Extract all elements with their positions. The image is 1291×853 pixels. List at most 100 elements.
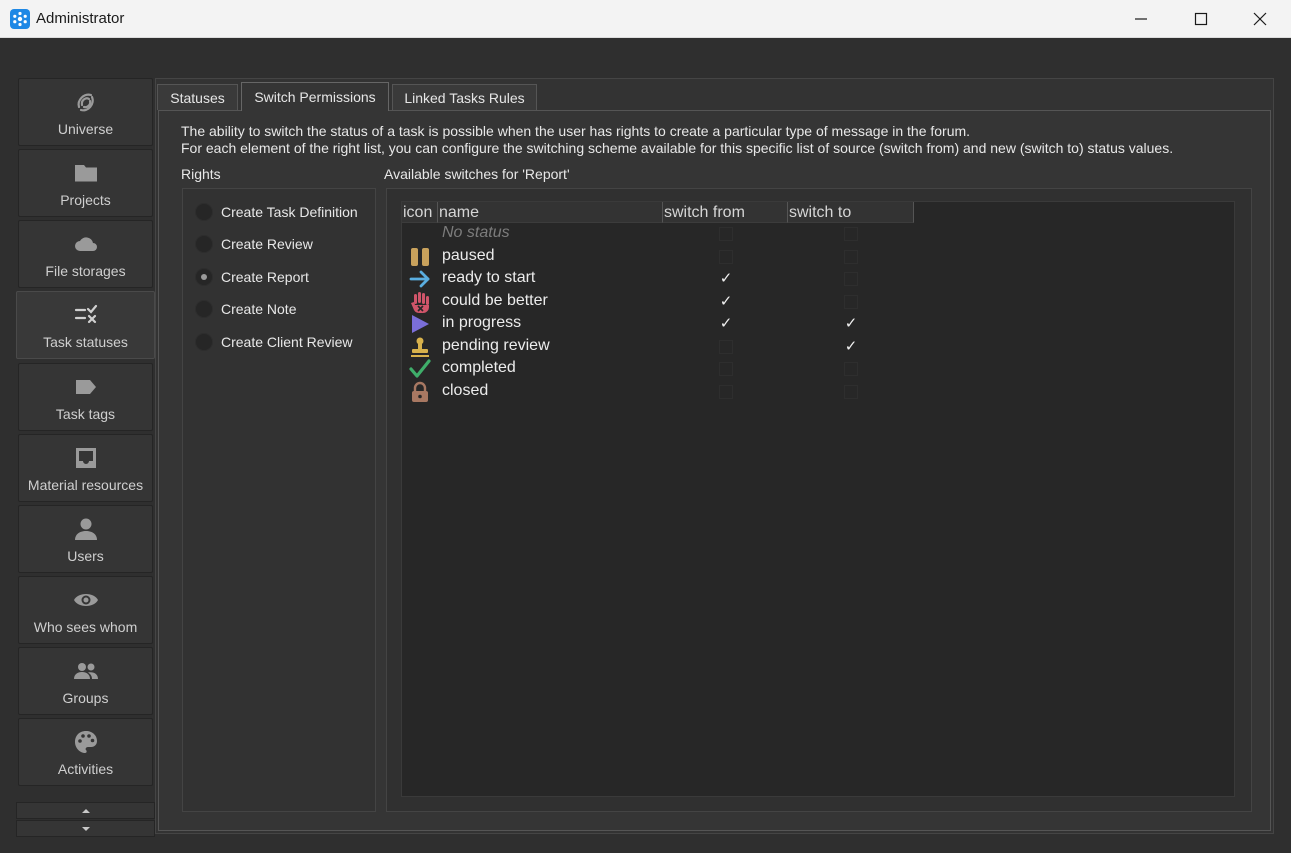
lock-icon [408,381,432,403]
check-mark: ✓ [844,315,858,332]
arrow-right-icon [408,268,432,290]
table-row[interactable]: completed [402,358,1234,381]
status-name: in progress [442,314,522,331]
nav-item-activities[interactable]: Activities [18,718,153,786]
switches-panel: icon name switch from switch to No statu… [386,188,1252,812]
check-mark: ✓ [719,292,733,310]
user-icon [73,516,99,542]
switch-from-checkbox[interactable] [719,249,733,264]
nav-item-material-resources[interactable]: Material resources [18,434,153,502]
nav-label: Activities [57,761,114,777]
switch-to-checkbox[interactable] [844,249,858,264]
close-icon [1253,12,1267,26]
hand-stop-icon [408,291,432,313]
nav-label: Projects [60,192,111,208]
close-button[interactable] [1237,0,1283,38]
nav-label: Users [67,548,104,564]
table-row[interactable]: could be better ✓ [402,291,1234,314]
nav-item-groups[interactable]: Groups [18,647,153,715]
switch-from-checkbox-checked[interactable]: ✓ [719,292,733,310]
tab-linked-tasks-rules[interactable]: Linked Tasks Rules [392,84,537,110]
switch-to-checkbox[interactable] [844,384,858,399]
app-logo-icon [10,9,30,29]
nav-item-projects[interactable]: Projects [18,149,153,217]
radio-button[interactable] [195,235,213,253]
nav-item-task-statuses[interactable]: Task statuses [16,291,155,359]
play-icon [408,313,432,335]
universe-icon [73,89,99,115]
switch-from-checkbox[interactable] [719,362,733,376]
folder-icon [73,160,99,186]
radio-button[interactable] [195,300,213,318]
table-row[interactable]: No status [402,223,1234,246]
table-row[interactable]: in progress ✓ ✓ [402,313,1234,336]
switch-to-checkbox-checked[interactable]: ✓ [844,315,858,332]
nav-label: Universe [57,121,114,137]
tab-switch-permissions[interactable]: Switch Permissions [241,82,389,111]
status-name: could be better [442,291,548,309]
status-name: closed [442,381,489,399]
status-name: ready to start [442,269,536,286]
scroll-up-button[interactable] [16,802,155,819]
nav-label: Task statuses [43,334,128,350]
side-navigation: Universe Projects File storages Task sta… [16,78,155,838]
nav-label: File storages [45,263,126,279]
nav-item-task-tags[interactable]: Task tags [18,363,153,431]
tab-bar: Statuses Switch Permissions Linked Tasks… [156,82,1273,111]
nav-item-universe[interactable]: Universe [18,78,153,146]
column-header-icon[interactable]: icon [402,202,438,223]
switch-from-checkbox[interactable] [719,384,733,399]
switch-from-checkbox-checked[interactable]: ✓ [719,270,733,287]
radio-button-selected[interactable] [195,268,213,286]
switch-to-checkbox[interactable] [844,294,858,309]
right-label: Create Client Review [221,334,353,350]
check-mark: ✓ [719,315,733,332]
status-name: pending review [442,336,550,354]
table-row[interactable]: ready to start ✓ [402,268,1234,291]
right-create-review[interactable]: Create Review [195,233,313,255]
switch-from-checkbox[interactable] [719,339,733,354]
check-mark: ✓ [719,270,733,287]
switch-from-checkbox[interactable] [719,227,733,241]
nav-item-file-storages[interactable]: File storages [18,220,153,288]
chevron-down-icon [81,826,90,831]
nav-label: Who sees whom [33,619,138,635]
switch-to-checkbox[interactable] [844,272,858,286]
right-label: Create Review [221,236,313,252]
nav-item-users[interactable]: Users [18,505,153,573]
main-panel: Statuses Switch Permissions Linked Tasks… [155,78,1274,834]
table-row[interactable]: closed [402,381,1234,404]
switch-from-checkbox-checked[interactable]: ✓ [719,315,733,332]
table-row[interactable]: paused [402,246,1234,269]
cloud-icon [73,231,99,257]
nav-label: Material resources [27,477,144,493]
title-bar: Administrator [0,0,1291,38]
status-name: No status [442,224,510,241]
scroll-down-button[interactable] [16,820,155,837]
column-header-switch-to[interactable]: switch to [788,202,914,223]
nav-item-who-sees-whom[interactable]: Who sees whom [18,576,153,644]
radio-button[interactable] [195,333,213,351]
column-header-name[interactable]: name [438,202,663,223]
maximize-button[interactable] [1178,0,1224,38]
right-create-report[interactable]: Create Report [195,266,309,288]
radio-button[interactable] [195,203,213,221]
nav-label: Task tags [55,406,116,422]
chevron-up-icon [81,808,90,813]
switches-table: icon name switch from switch to No statu… [401,201,1235,797]
right-create-task-definition[interactable]: Create Task Definition [195,201,358,223]
table-row[interactable]: pending review ✓ [402,336,1234,359]
switch-to-checkbox-checked[interactable]: ✓ [844,339,858,354]
switch-to-checkbox[interactable] [844,362,858,376]
right-create-client-review[interactable]: Create Client Review [195,331,353,353]
right-label: Create Task Definition [221,204,358,220]
right-label: Create Report [221,269,309,285]
description-line-1: The ability to switch the status of a ta… [181,123,971,139]
tab-statuses[interactable]: Statuses [157,84,238,110]
minimize-button[interactable] [1118,0,1164,38]
pause-icon [408,246,432,268]
column-header-switch-from[interactable]: switch from [663,202,788,223]
right-label: Create Note [221,301,297,317]
switch-to-checkbox[interactable] [844,227,858,241]
right-create-note[interactable]: Create Note [195,298,296,320]
